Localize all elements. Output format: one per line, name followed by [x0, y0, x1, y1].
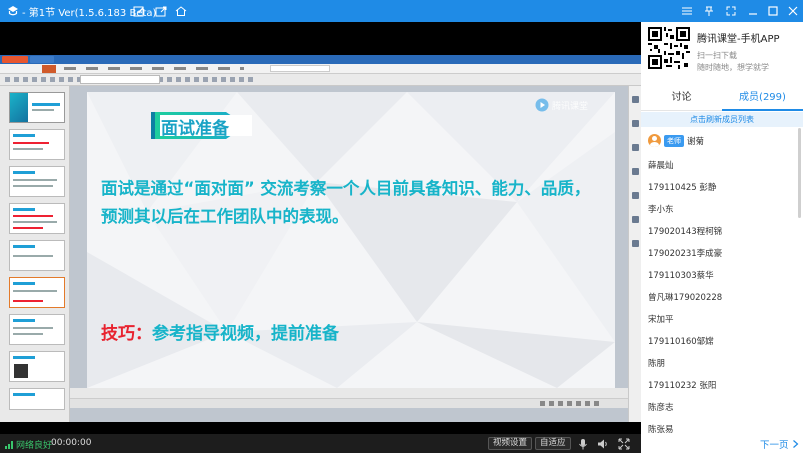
list-item[interactable]: 179020231李成豪: [648, 247, 722, 259]
avatar: [648, 134, 661, 147]
wps-status-bar: [70, 398, 628, 408]
video-area[interactable]: 面试准备 面试是通过“面对面” 交流考察一个人目前具备知识、能力、品质，预测其以…: [0, 22, 641, 434]
pin-button[interactable]: [702, 4, 716, 18]
member-list-scrollbar[interactable]: [798, 128, 801, 218]
elapsed-time: 00:00:00: [51, 438, 92, 448]
maximize-icon: [768, 6, 778, 16]
watermark: 腾讯课堂: [535, 95, 615, 115]
edit-icon[interactable]: [133, 5, 145, 17]
notes-bar: [70, 388, 628, 398]
close-icon: [788, 6, 798, 16]
fullscreen-button[interactable]: [724, 4, 738, 18]
minimize-icon: [749, 13, 757, 15]
home-icon[interactable]: [175, 5, 187, 17]
slide-title: 面试准备: [161, 119, 229, 139]
control-bar: 网络良好 00:00:00 视频设置 自适应: [0, 434, 641, 453]
next-page-link[interactable]: 下一页: [760, 437, 799, 451]
volume-icon[interactable]: [597, 438, 609, 450]
wps-tab-bar: [0, 55, 641, 64]
teacher-badge: 老师: [664, 134, 684, 147]
slide-editor: 面试准备 面试是通过“面对面” 交流考察一个人目前具备知识、能力、品质，预测其以…: [70, 86, 628, 422]
play-logo-icon: [535, 98, 549, 112]
minimize-button[interactable]: [746, 4, 760, 18]
side-panel: 腾讯课堂-手机APP 扫一扫下载 随时随地，想学就学 讨论 成员(299) 点击…: [641, 22, 803, 453]
list-item[interactable]: 李小东: [648, 203, 674, 215]
expand-icon[interactable]: [618, 438, 630, 450]
list-item[interactable]: 曾凡琳179020228: [648, 291, 722, 303]
tab-discussion[interactable]: 讨论: [641, 85, 722, 111]
watermark-text: 腾讯课堂: [552, 101, 589, 112]
app-name: 腾讯课堂-手机APP: [697, 34, 780, 45]
slide-tip-text: 参考指导视频，提前准备: [152, 324, 339, 344]
active-tab-indicator: [722, 109, 803, 111]
video-settings-button[interactable]: 视频设置: [488, 437, 533, 450]
app-download-hint: 扫一扫下载: [697, 51, 737, 60]
list-item[interactable]: 宋加平: [648, 313, 674, 325]
list-item[interactable]: 陈彦志: [648, 401, 674, 413]
menu-icon: [682, 7, 692, 15]
app-logo-icon: [8, 6, 18, 16]
list-item[interactable]: 179110160邹嫦: [648, 335, 714, 347]
chevron-right-icon: [792, 440, 798, 448]
qr-code: [648, 27, 690, 69]
slide-tip-label: 技巧：: [101, 324, 152, 344]
member-list: 老师 谢菊 薛晨灿 179110425 彭静 李小东 179020143程柯锦 …: [641, 128, 797, 433]
slide-thumbnails: [0, 86, 70, 422]
next-page-label: 下一页: [760, 440, 789, 451]
list-item[interactable]: 179110303蔡华: [648, 269, 714, 281]
wps-menu-bar: [0, 64, 641, 74]
title-bar: - 第1节 Ver(1.5.6.183 Beta): [0, 0, 803, 22]
list-item[interactable]: 179020143程柯锦: [648, 225, 722, 237]
wps-toolbar: [0, 74, 641, 86]
close-button[interactable]: [786, 4, 800, 18]
list-item[interactable]: 薛晨灿: [648, 159, 674, 171]
list-item[interactable]: 179110232 张阳: [648, 379, 716, 391]
pin-icon: [705, 6, 713, 16]
list-item[interactable]: 陈朋: [648, 357, 665, 369]
tab-members[interactable]: 成员(299): [722, 85, 803, 111]
current-slide: 面试准备 面试是通过“面对面” 交流考察一个人目前具备知识、能力、品质，预测其以…: [87, 92, 615, 388]
app-slogan: 随时随地，想学就学: [697, 63, 769, 72]
network-status-text: 网络良好: [16, 441, 53, 451]
adaptive-button[interactable]: 自适应: [535, 437, 571, 450]
app-window: - 第1节 Ver(1.5.6.183 Beta) 面试准备 面试是通过“面对面…: [0, 0, 803, 453]
microphone-icon[interactable]: [577, 438, 589, 450]
slide-tip: 技巧：参考指导视频，提前准备: [101, 319, 339, 344]
fullscreen-icon: [726, 6, 736, 16]
maximize-button[interactable]: [766, 4, 780, 18]
teacher-name: 谢菊: [687, 136, 705, 147]
wps-side-panel: [628, 86, 641, 422]
refresh-members-link[interactable]: 点击刷新成员列表: [641, 112, 803, 127]
share-icon[interactable]: [155, 5, 167, 17]
panel-tabs: 讨论 成员(299): [641, 85, 803, 111]
signal-icon: [5, 440, 13, 449]
slide-body-text: 面试是通过“面对面” 交流考察一个人目前具备知识、能力、品质，预测其以后在工作团…: [101, 179, 591, 226]
network-status: 网络良好: [5, 438, 52, 451]
teacher-row[interactable]: 老师 谢菊: [648, 134, 704, 147]
shared-screen: 面试准备 面试是通过“面对面” 交流考察一个人目前具备知识、能力、品质，预测其以…: [0, 55, 641, 422]
menu-button[interactable]: [680, 4, 694, 18]
list-item[interactable]: 陈张易: [648, 423, 674, 433]
list-item[interactable]: 179110425 彭静: [648, 181, 716, 193]
